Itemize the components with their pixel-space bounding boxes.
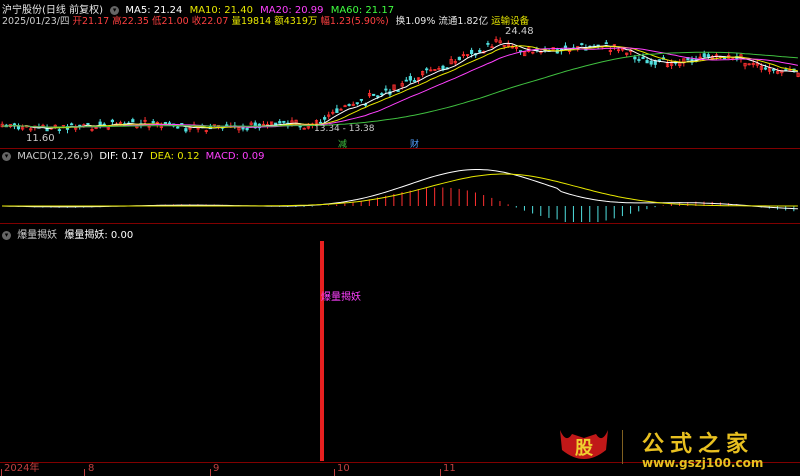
candle — [404, 79, 408, 82]
candle — [282, 120, 286, 123]
price-low-label: 11.60 — [26, 133, 55, 144]
price-chart[interactable] — [0, 26, 800, 148]
axis-label-year: 2024年 — [4, 463, 40, 474]
candle — [347, 104, 351, 106]
macd-chart[interactable] — [0, 160, 800, 222]
axis-label-oct: 10 — [337, 463, 350, 474]
candle — [478, 50, 482, 53]
candle — [384, 88, 388, 91]
axis-tick — [440, 469, 441, 476]
axis-label-sep: 9 — [213, 463, 220, 474]
candle — [372, 93, 376, 96]
candle — [131, 119, 135, 123]
axis-label-aug: 8 — [88, 463, 95, 474]
watermark-logo: 股 — [560, 430, 608, 459]
price-high-label: 24.48 — [505, 26, 534, 37]
candle — [396, 90, 400, 92]
candle — [763, 67, 768, 70]
pane-divider — [0, 148, 800, 149]
watermark-url: www.gszj100.com — [642, 456, 764, 470]
candle — [457, 56, 461, 61]
candle — [604, 42, 608, 45]
watermark-badge-text: 股 — [574, 438, 594, 459]
candle — [702, 53, 706, 58]
axis-label-nov: 11 — [443, 463, 456, 474]
candle — [69, 123, 74, 126]
signal-label: 爆量揭妖 — [321, 292, 361, 303]
ma10-line — [1, 45, 799, 129]
candle — [167, 122, 172, 125]
candle — [359, 98, 363, 101]
candle — [245, 127, 249, 131]
candle — [469, 49, 474, 55]
candle — [380, 93, 384, 95]
candle — [278, 121, 282, 124]
ma20-line — [1, 47, 799, 128]
candle — [657, 59, 661, 62]
axis-tick — [334, 469, 335, 476]
watermark-divider — [622, 430, 623, 464]
candle — [184, 128, 188, 132]
candle — [355, 102, 359, 105]
dif-line — [1, 169, 798, 210]
candle — [57, 129, 61, 131]
candle — [98, 121, 102, 126]
candle — [176, 126, 180, 129]
candle — [706, 54, 710, 58]
candle — [408, 76, 412, 81]
axis-tick — [1, 469, 2, 476]
candle — [412, 80, 417, 82]
candle — [580, 43, 584, 46]
candle — [376, 95, 380, 98]
axis-tick — [210, 469, 211, 476]
axis-tick — [84, 469, 85, 476]
candle — [633, 56, 637, 60]
candle — [425, 68, 429, 71]
candle — [641, 56, 645, 60]
quote-info-bar: 2025/01/23/四 开21.17 高22.35 低21.00 收22.07… — [2, 13, 529, 27]
candle — [323, 117, 327, 120]
watermark-brand: 公式之家 — [642, 431, 755, 457]
candle — [486, 43, 490, 45]
candle — [86, 123, 90, 125]
price-range-label: 13.34 - 13.38 — [314, 124, 375, 134]
candle — [335, 108, 339, 113]
dea-line — [2, 173, 798, 207]
candle — [151, 121, 155, 124]
candle — [110, 119, 115, 123]
signal-bar — [320, 241, 324, 461]
candle — [772, 69, 776, 71]
candle — [645, 60, 649, 64]
candle — [649, 60, 653, 65]
candle — [637, 59, 641, 61]
candle — [163, 122, 168, 124]
pane-divider — [0, 223, 800, 224]
